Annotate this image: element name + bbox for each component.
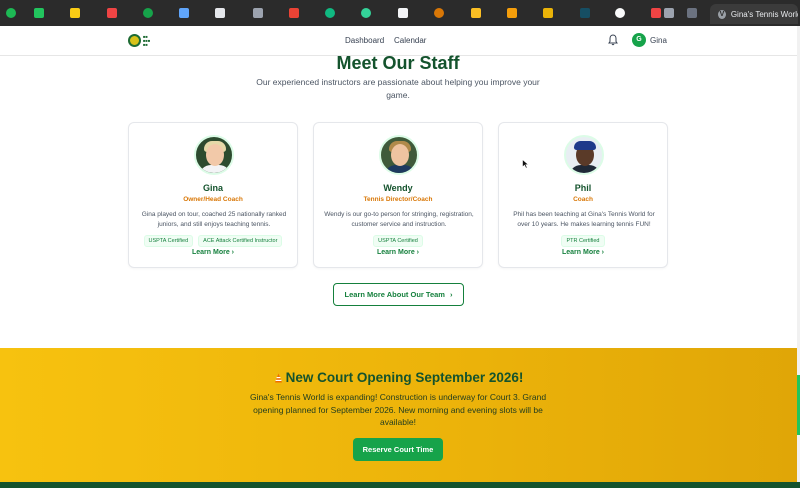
staff-name: Gina <box>202 183 223 193</box>
staff-card-phil: Phil Coach Phil has been teaching at Gin… <box>498 122 668 268</box>
learn-more-team-button[interactable]: Learn More About Our Team › <box>333 283 464 306</box>
k-icon[interactable] <box>253 8 263 18</box>
logo-wordmark: ■■ ■■■ ■■ <box>143 33 151 47</box>
maps-icon[interactable] <box>361 8 371 18</box>
staff-card-wendy: Wendy Tennis Director/Coach Wendy is our… <box>313 122 483 268</box>
learn-more-label: Learn More <box>561 249 600 256</box>
learn-more-label: Learn More <box>376 249 415 256</box>
site-logo[interactable]: ■■ ■■■ ■■ <box>128 32 156 49</box>
certification-badge: USPTA Certified <box>373 235 423 247</box>
staff-photo-gina <box>194 135 234 175</box>
nav-dashboard-link[interactable]: Dashboard <box>345 36 384 45</box>
user-name[interactable]: Gina <box>650 36 667 45</box>
site-header: ■■ ■■■ ■■ Dashboard Calendar G Gina <box>0 26 800 56</box>
coin-icon[interactable] <box>434 8 444 18</box>
staff-role: Owner/Head Coach <box>183 196 243 203</box>
certification-badge: PTR Certified <box>561 235 605 247</box>
chevron-right-icon: › <box>416 249 420 256</box>
banner-title: New Court Opening September 2026! <box>0 370 797 385</box>
staff-badges: USPTA Certified <box>314 235 482 247</box>
p-icon[interactable] <box>687 8 697 18</box>
team-button-label: Learn More About Our Team <box>344 290 445 299</box>
banner-text: Gina's Tennis World is expanding! Constr… <box>249 392 547 427</box>
chevron-right-icon: › <box>449 290 453 299</box>
staff-bio: Gina played on tour, coached 25 national… <box>141 211 287 228</box>
doc-icon[interactable] <box>179 8 189 18</box>
certification-badge: ACE Attack Certified Instructor <box>198 235 283 247</box>
staff-role: Tennis Director/Coach <box>363 196 433 203</box>
chevron-right-icon: › <box>231 249 235 256</box>
chart-icon[interactable] <box>471 8 481 18</box>
learn-more-label: Learn More <box>191 249 230 256</box>
staff-badges: USPTA Certified ACE Attack Certified Ins… <box>129 235 297 247</box>
nav-calendar-link[interactable]: Calendar <box>394 36 426 45</box>
image-icon[interactable] <box>507 8 517 18</box>
spotify-icon[interactable] <box>6 8 16 18</box>
staff-role: Coach <box>573 196 593 203</box>
footer-edge <box>0 482 800 488</box>
tennis-ball-icon <box>128 34 141 47</box>
active-tab[interactable]: V Gina's Tennis World... <box>710 4 798 24</box>
dark-app-icon[interactable] <box>580 8 590 18</box>
staff-name: Phil <box>574 183 592 193</box>
staff-photo-phil <box>564 135 604 175</box>
stamp-icon[interactable] <box>543 8 553 18</box>
chevron-right-icon: › <box>601 249 605 256</box>
mouse-cursor-icon <box>522 159 530 169</box>
youtube-icon[interactable] <box>651 8 661 18</box>
gmail-icon[interactable] <box>289 8 299 18</box>
youtube-icon[interactable] <box>107 8 117 18</box>
new-court-banner: New Court Opening September 2026! Gina's… <box>0 348 797 482</box>
staff-card-gina: Gina Owner/Head Coach Gina played on tou… <box>128 122 298 268</box>
shield-icon[interactable] <box>325 8 335 18</box>
map-pin-icon[interactable] <box>143 8 153 18</box>
notes-icon[interactable] <box>215 8 225 18</box>
learn-more-link[interactable]: Learn More › <box>499 249 667 256</box>
staff-bio: Phil has been teaching at Gina's Tennis … <box>513 211 655 228</box>
staff-photo-wendy <box>379 135 419 175</box>
learn-more-link[interactable]: Learn More › <box>314 249 482 256</box>
reserve-court-button[interactable]: Reserve Court Time <box>353 438 443 461</box>
audio-icon[interactable] <box>664 8 674 18</box>
banner-title-text: New Court Opening September 2026! <box>285 370 524 385</box>
github-icon[interactable] <box>615 8 625 18</box>
certification-badge: USPTA Certified <box>143 235 194 247</box>
active-tab-title: Gina's Tennis World... <box>730 9 798 19</box>
k-app-icon[interactable] <box>34 8 44 18</box>
user-avatar[interactable]: G <box>632 33 646 47</box>
staff-section-title: Meet Our Staff <box>336 53 460 73</box>
staff-bio: Wendy is our go-to person for stringing,… <box>324 211 474 228</box>
construction-icon <box>274 371 283 383</box>
staff-name: Wendy <box>383 183 413 193</box>
staff-badges: PTR Certified <box>499 235 667 247</box>
staff-section-subtitle: Our experienced instructors are passiona… <box>256 77 540 100</box>
learn-more-link[interactable]: Learn More › <box>129 249 297 256</box>
browser-tab-strip: V Gina's Tennis World... <box>0 0 800 26</box>
yellow-app-icon[interactable] <box>70 8 80 18</box>
tab-favicon-icon: V <box>718 9 726 19</box>
bell-icon[interactable] <box>608 34 618 46</box>
blank-icon[interactable] <box>398 8 408 18</box>
